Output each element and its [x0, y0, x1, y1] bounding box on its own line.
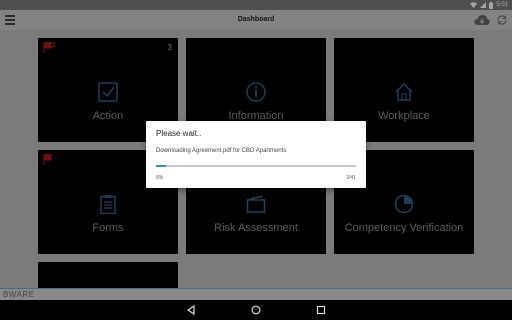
- dialog-message: Downloading Agreement.pdf for CBD Apartm…: [156, 148, 287, 154]
- dialog-title: Please wait..: [156, 129, 202, 138]
- progress-count: 2/41: [346, 175, 356, 181]
- navigation-bar: [0, 300, 512, 320]
- progress-dialog: Please wait.. Downloading Agreement.pdf …: [146, 121, 366, 188]
- progress-percent: 5%: [156, 175, 164, 181]
- recents-icon[interactable]: [316, 305, 326, 315]
- back-icon[interactable]: [186, 305, 196, 315]
- home-nav-icon[interactable]: [251, 305, 261, 315]
- progress-bar: [156, 165, 356, 167]
- progress-fill: [156, 165, 166, 167]
